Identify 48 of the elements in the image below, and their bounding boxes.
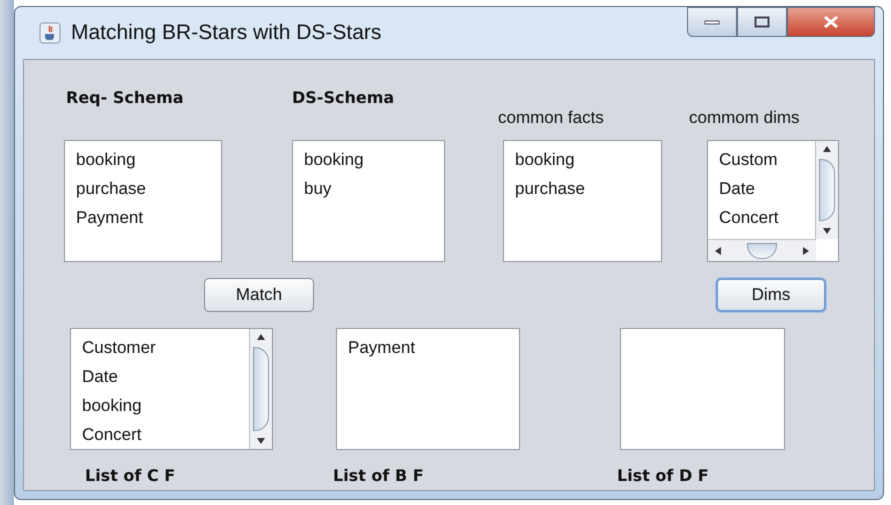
vertical-scrollbar[interactable]: [249, 329, 272, 449]
list-heading: common facts: [498, 108, 604, 128]
list-box[interactable]: Custom Date Concert: [707, 140, 839, 262]
down-arrow-icon[interactable]: [822, 227, 832, 235]
cup-icon: [39, 22, 61, 44]
right-arrow-icon[interactable]: [802, 246, 810, 256]
list-item[interactable]: Concert: [719, 203, 815, 232]
up-arrow-icon[interactable]: [822, 145, 832, 153]
list-item[interactable]: Date: [719, 174, 815, 203]
list-item[interactable]: purchase: [76, 174, 221, 203]
list-heading: commom dims: [689, 108, 800, 128]
list-item[interactable]: Concert: [82, 420, 249, 449]
minimize-icon: [704, 18, 720, 26]
maximize-icon: [754, 16, 770, 28]
list-box[interactable]: booking purchase: [503, 140, 662, 262]
vertical-scrollbar[interactable]: [815, 141, 838, 239]
list-item[interactable]: purchase: [515, 174, 661, 203]
list-item[interactable]: booking: [76, 145, 221, 174]
list-item[interactable]: booking: [82, 391, 249, 420]
list-box[interactable]: Payment: [336, 328, 520, 450]
window-title: Matching BR-Stars with DS-Stars: [71, 21, 382, 45]
list-item[interactable]: Custom: [719, 145, 815, 174]
list-box[interactable]: booking purchase Payment: [64, 140, 222, 262]
list-heading: Req- Schema: [66, 88, 184, 107]
close-icon: [821, 15, 841, 29]
list-item[interactable]: Payment: [348, 333, 519, 362]
list-heading: DS-Schema: [292, 88, 394, 107]
minimize-button[interactable]: [687, 7, 737, 37]
list-box[interactable]: booking buy: [292, 140, 445, 262]
list-item[interactable]: Date: [82, 362, 249, 391]
close-button[interactable]: [787, 7, 875, 37]
list-box[interactable]: [620, 328, 785, 450]
list-label: List of C F: [85, 466, 176, 485]
horizontal-scrollbar[interactable]: [708, 239, 816, 261]
list-item[interactable]: booking: [515, 145, 661, 174]
list-item[interactable]: Payment: [76, 203, 221, 232]
action-button[interactable]: Match: [204, 278, 314, 312]
list-label: List of D F: [617, 466, 710, 485]
list-box[interactable]: Customer Date booking Concert: [70, 328, 273, 450]
down-arrow-icon[interactable]: [256, 437, 266, 445]
list-item[interactable]: buy: [304, 174, 444, 203]
list-item[interactable]: booking: [304, 145, 444, 174]
left-arrow-icon[interactable]: [714, 246, 722, 256]
up-arrow-icon[interactable]: [256, 333, 266, 341]
list-item[interactable]: Customer: [82, 333, 249, 362]
action-button[interactable]: Dims: [716, 278, 826, 312]
maximize-button[interactable]: [737, 7, 787, 37]
list-label: List of B F: [333, 466, 425, 485]
